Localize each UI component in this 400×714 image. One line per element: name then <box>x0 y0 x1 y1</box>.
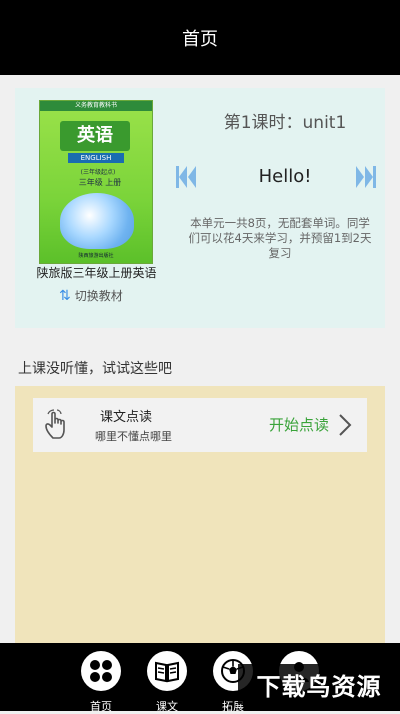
tab-text[interactable]: 课文 <box>139 649 199 713</box>
next-icon[interactable] <box>355 164 377 190</box>
book-name: 陕旅版三年级上册英语 <box>36 266 157 280</box>
watermark: 下载鸟资源 <box>238 664 400 704</box>
cover-level: (三年级起点) <box>80 169 116 176</box>
cover-subtitle: ENGLISH <box>68 153 124 163</box>
pointing-hand-icon <box>45 409 65 439</box>
page-title: 首页 <box>182 28 218 50</box>
tab-home-label: 首页 <box>90 700 112 713</box>
previous-icon[interactable] <box>175 164 197 190</box>
help-panel: 课文点读 哪里不懂点哪里 开始点读 <box>15 386 385 646</box>
cover-title: 英语 <box>60 121 130 151</box>
reading-subtitle: 哪里不懂点哪里 <box>95 430 172 443</box>
book-cover[interactable]: 义务教育教科书 英语 ENGLISH (三年级起点) 三年级 上册 陕西旅游出版… <box>39 100 153 264</box>
cover-series: 义务教育教科书 <box>40 101 152 111</box>
book-icon <box>147 651 187 691</box>
cover-illustration <box>60 193 134 249</box>
cover-grade: 三年级 上册 <box>78 178 122 187</box>
lesson-description: 本单元一共8页，无配套单词。同学们可以花4天来学习，并预留1到2天复习 <box>188 216 372 260</box>
tab-text-label: 课文 <box>156 700 178 713</box>
switch-label: 切换教材 <box>74 289 123 303</box>
reading-title: 课文点读 <box>100 410 153 425</box>
cover-publisher: 陕西旅游出版社 <box>78 253 114 259</box>
help-hint: 上课没听懂，试试这些吧 <box>18 361 172 377</box>
start-reading-button[interactable]: 开始点读 <box>269 414 329 435</box>
lesson-title: 第1课时：unit1 <box>223 113 347 133</box>
grid-icon <box>81 651 121 691</box>
book-card: 义务教育教科书 英语 ENGLISH (三年级起点) 三年级 上册 陕西旅游出版… <box>15 88 385 328</box>
chevron-right-icon[interactable] <box>337 412 353 438</box>
switch-textbook-button[interactable]: ⇅ 切换教材 <box>59 287 123 304</box>
top-bar: 首页 <box>0 0 400 75</box>
tab-home[interactable]: 首页 <box>73 649 133 713</box>
switch-icon: ⇅ <box>59 287 71 304</box>
text-reading-card[interactable]: 课文点读 哪里不懂点哪里 开始点读 <box>33 398 367 452</box>
lesson-word: Hello! <box>258 166 312 187</box>
